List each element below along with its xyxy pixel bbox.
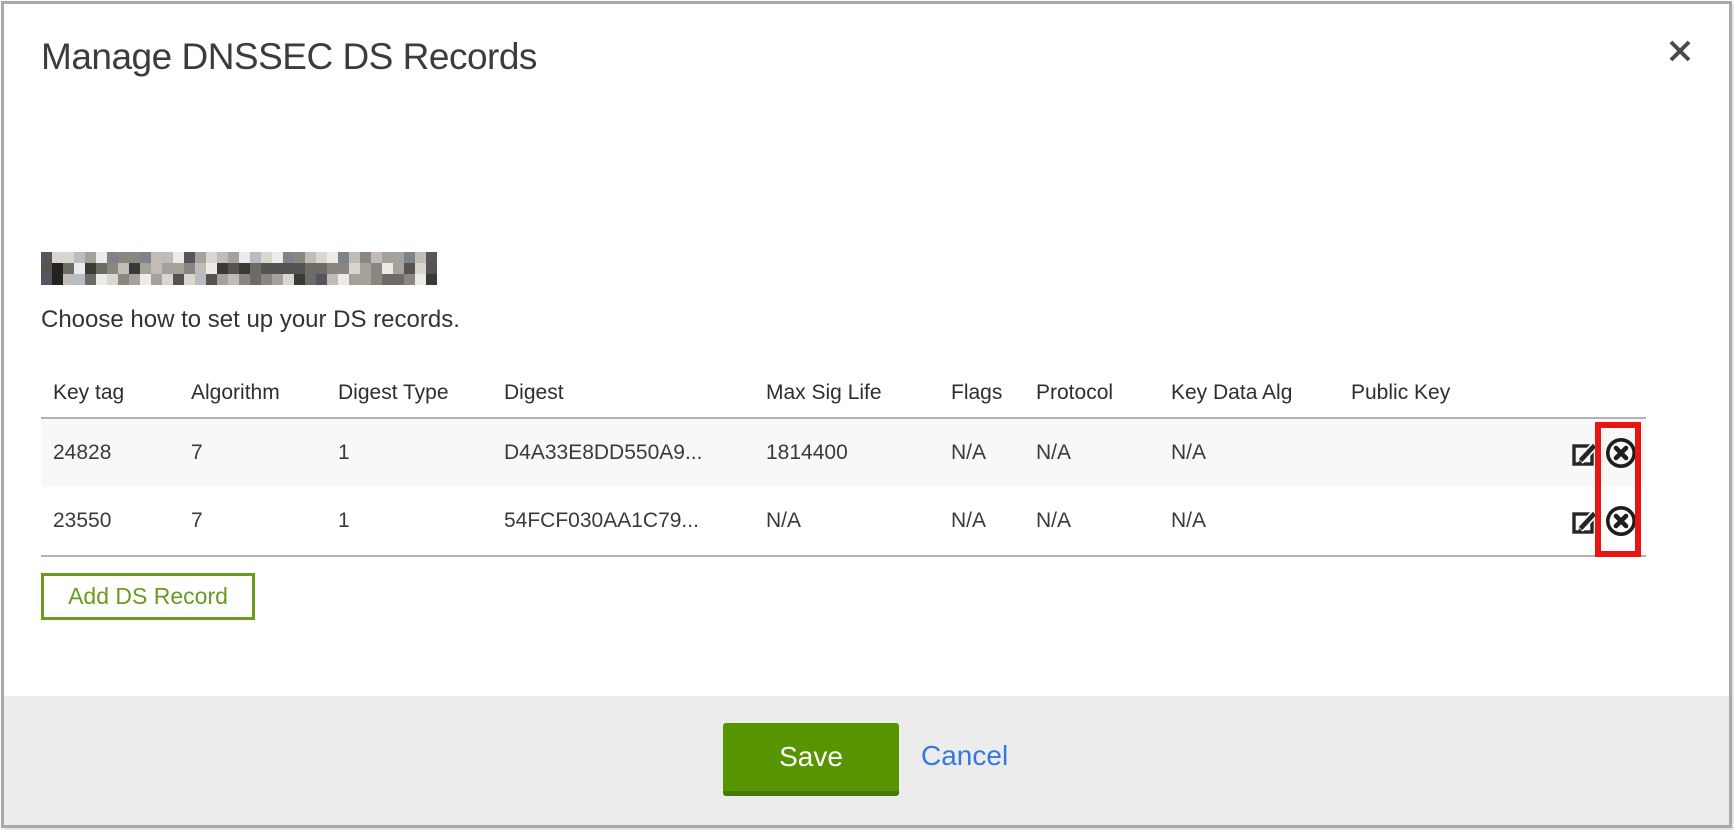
delete-icon: [1604, 436, 1638, 470]
cell-protocol: N/A: [1024, 441, 1159, 465]
close-button[interactable]: [1659, 30, 1701, 72]
col-header-max-sig-life: Max Sig Life: [754, 381, 939, 405]
cell-max-sig-life: N/A: [754, 509, 939, 533]
cell-key-tag: 23550: [41, 509, 179, 533]
close-icon: [1667, 38, 1693, 64]
cell-protocol: N/A: [1024, 509, 1159, 533]
edit-icon: [1569, 437, 1601, 469]
col-header-flags: Flags: [939, 381, 1024, 405]
cell-max-sig-life: 1814400: [754, 441, 939, 465]
edit-icon: [1569, 505, 1601, 537]
table-row: 23550 7 1 54FCF030AA1C79... N/A N/A N/A …: [41, 487, 1646, 555]
col-header-digest: Digest: [492, 381, 754, 405]
col-header-key-tag: Key tag: [41, 381, 179, 405]
manage-ds-records-dialog: Manage DNSSEC DS Records Choose how to s…: [1, 1, 1732, 828]
delete-record-button[interactable]: [1604, 436, 1638, 470]
col-header-algorithm: Algorithm: [179, 381, 326, 405]
col-header-public-key: Public Key: [1339, 381, 1557, 405]
cell-digest: D4A33E8DD550A9...: [492, 441, 754, 465]
cell-flags: N/A: [939, 441, 1024, 465]
cell-key-tag: 24828: [41, 441, 179, 465]
ds-records-table: Key tag Algorithm Digest Type Digest Max…: [41, 369, 1646, 557]
save-button[interactable]: Save: [723, 723, 899, 796]
cell-digest-type: 1: [326, 509, 492, 533]
add-ds-record-button[interactable]: Add DS Record: [41, 573, 255, 620]
cell-key-data-alg: N/A: [1159, 509, 1339, 533]
cell-actions: [1557, 436, 1646, 470]
cell-actions: [1557, 504, 1646, 538]
table-header-row: Key tag Algorithm Digest Type Digest Max…: [41, 369, 1646, 417]
col-header-key-data-alg: Key Data Alg: [1159, 381, 1339, 405]
edit-record-button[interactable]: [1569, 504, 1601, 538]
cell-algorithm: 7: [179, 441, 326, 465]
dialog-footer: Save Cancel: [4, 696, 1729, 825]
delete-icon: [1604, 504, 1638, 538]
dialog-title: Manage DNSSEC DS Records: [41, 36, 537, 78]
cell-flags: N/A: [939, 509, 1024, 533]
instruction-text: Choose how to set up your DS records.: [41, 306, 460, 334]
cancel-link[interactable]: Cancel: [921, 740, 1008, 772]
cell-key-data-alg: N/A: [1159, 441, 1339, 465]
table-row: 24828 7 1 D4A33E8DD550A9... 1814400 N/A …: [41, 419, 1646, 487]
col-header-digest-type: Digest Type: [326, 381, 492, 405]
cell-digest: 54FCF030AA1C79...: [492, 509, 754, 533]
edit-record-button[interactable]: [1569, 436, 1601, 470]
delete-record-button[interactable]: [1604, 504, 1638, 538]
col-header-protocol: Protocol: [1024, 381, 1159, 405]
cell-digest-type: 1: [326, 441, 492, 465]
cell-algorithm: 7: [179, 509, 326, 533]
redacted-domain-name: [41, 252, 437, 285]
